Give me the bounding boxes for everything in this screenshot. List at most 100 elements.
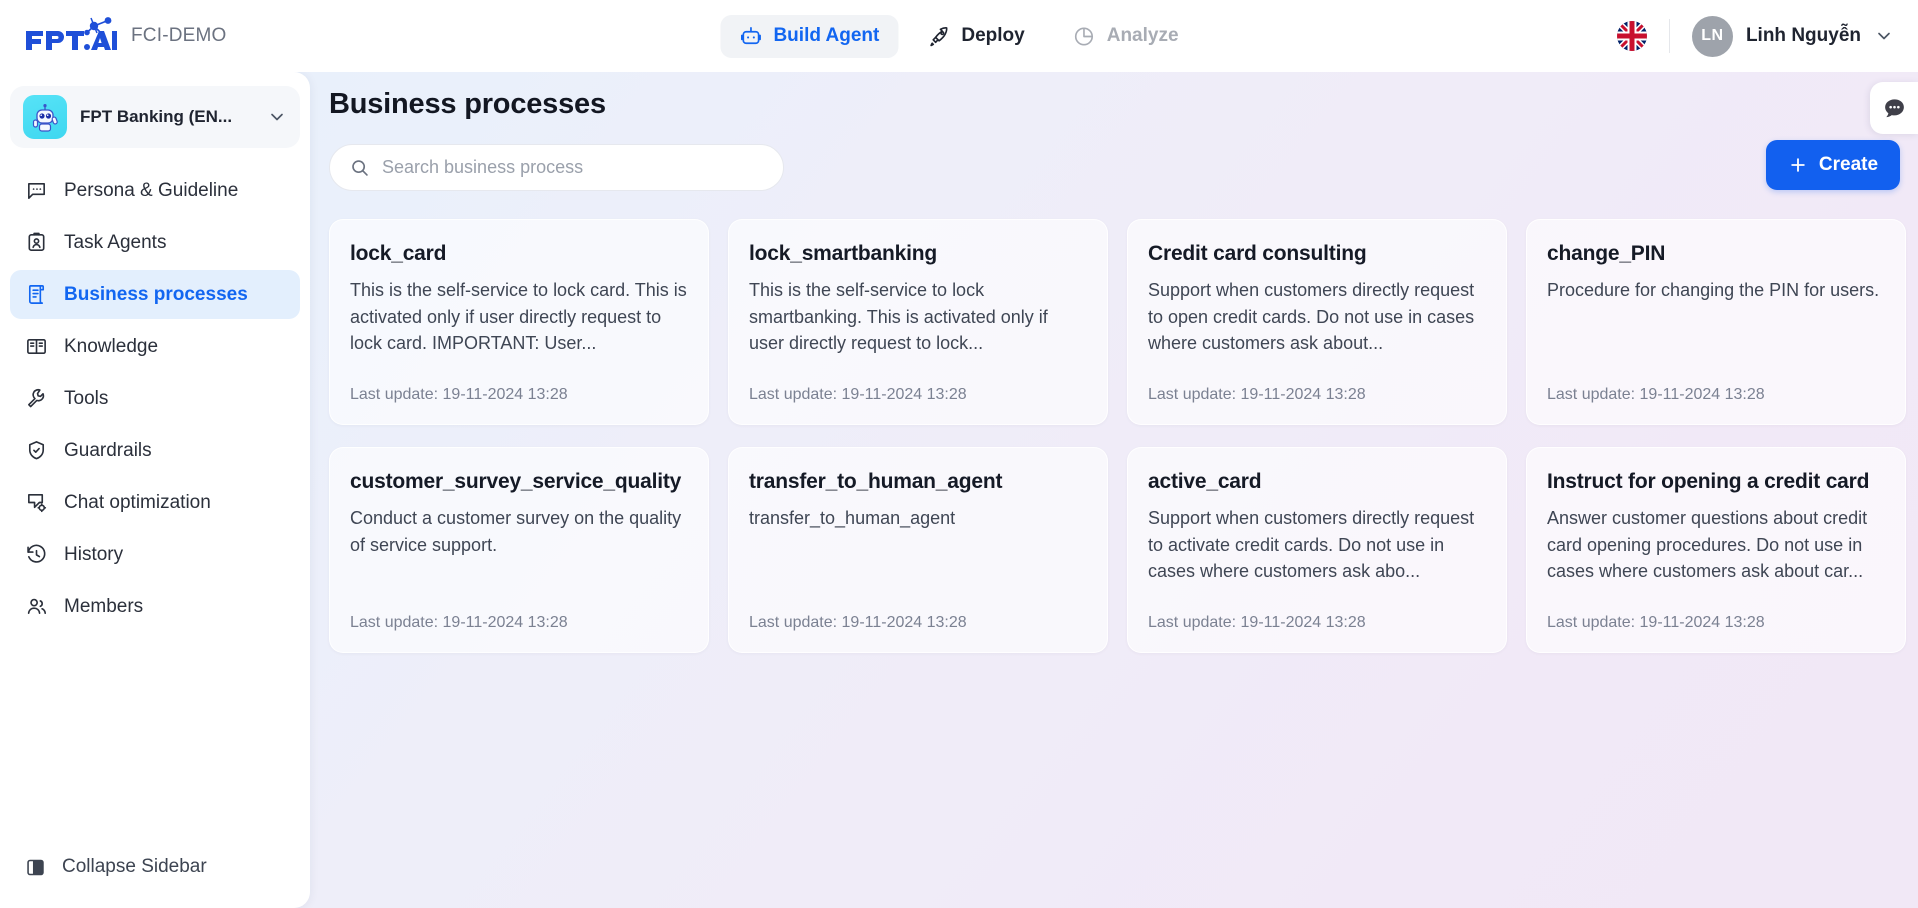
- card-title: transfer_to_human_agent: [749, 470, 1003, 493]
- search-box[interactable]: [329, 143, 784, 191]
- brand[interactable]: FCI-DEMO: [24, 17, 227, 55]
- tab-deploy[interactable]: Deploy: [908, 15, 1043, 58]
- sidebar-item-label: Guardrails: [64, 439, 152, 461]
- card-last-update: Last update: 19-11-2024 13:28: [350, 386, 568, 403]
- rocket-icon: [927, 25, 950, 48]
- card-description: transfer_to_human_agent: [749, 508, 956, 529]
- scroll-document-icon: [24, 283, 48, 307]
- card-description: Conduct a customer survey on the quality…: [350, 508, 682, 555]
- business-process-card[interactable]: Credit card consulting Support when cust…: [1127, 219, 1507, 425]
- card-description: This is the self-service to lock card. T…: [350, 280, 687, 354]
- card-description: Support when customers directly request …: [1148, 280, 1475, 354]
- users-icon: [24, 595, 48, 619]
- header-divider: [1668, 19, 1670, 53]
- panel-collapse-icon: [24, 856, 46, 878]
- avatar: LN: [1691, 15, 1733, 57]
- card-title: Credit card consulting: [1148, 242, 1367, 265]
- collapse-sidebar-button[interactable]: Collapse Sidebar: [0, 844, 310, 890]
- user-menu[interactable]: LN Linh Nguyễn: [1691, 15, 1894, 57]
- chat-widget-button[interactable]: [1870, 82, 1918, 134]
- sidebar-item-business-processes[interactable]: Business processes: [10, 270, 300, 319]
- business-process-card[interactable]: change_PIN Procedure for changing the PI…: [1526, 219, 1906, 425]
- sidebar-item-label: Business processes: [64, 283, 248, 305]
- page-body: FPT Banking (EN... Persona & Guideline T…: [0, 72, 1918, 908]
- sidebar-item-label: Knowledge: [64, 335, 159, 357]
- wrench-icon: [24, 387, 48, 411]
- toolbar: Create: [329, 140, 1900, 193]
- card-last-update: Last update: 19-11-2024 13:28: [350, 614, 568, 631]
- tab-label: Analyze: [1106, 25, 1179, 46]
- tab-label: Build Agent: [773, 25, 880, 46]
- card-last-update: Last update: 19-11-2024 13:28: [749, 386, 967, 403]
- business-process-card[interactable]: lock_card This is the self-service to lo…: [329, 219, 709, 425]
- clock-history-icon: [24, 543, 48, 567]
- business-process-card[interactable]: transfer_to_human_agent transfer_to_huma…: [728, 447, 1108, 653]
- card-title: customer_survey_service_quality: [350, 470, 682, 493]
- business-process-card[interactable]: customer_survey_service_quality Conduct …: [329, 447, 709, 653]
- tab-build-agent[interactable]: Build Agent: [720, 14, 899, 58]
- tab-label: Deploy: [961, 25, 1025, 46]
- search-icon: [349, 157, 370, 178]
- card-last-update: Last update: 19-11-2024 13:28: [749, 614, 967, 631]
- sidebar-item-guardrails[interactable]: Guardrails: [10, 426, 300, 475]
- create-button-label: Create: [1818, 154, 1879, 175]
- card-description: Answer customer questions about credit c…: [1547, 508, 1868, 582]
- business-process-card[interactable]: Instruct for opening a credit card Answe…: [1526, 447, 1906, 653]
- sidebar-item-knowledge[interactable]: Knowledge: [10, 322, 300, 371]
- page-title: Business processes: [329, 88, 606, 120]
- app-header: FCI-DEMO Build Agent Deploy Analyze LN L…: [0, 0, 1918, 72]
- sidebar-item-history[interactable]: History: [10, 530, 300, 579]
- chat-gear-icon: [24, 491, 48, 515]
- card-last-update: Last update: 19-11-2024 13:28: [1547, 386, 1765, 403]
- card-description: This is the self-service to lock smartba…: [749, 280, 1048, 354]
- sidebar-item-chat-optimization[interactable]: Chat optimization: [10, 478, 300, 527]
- sidebar-item-persona-guideline[interactable]: Persona & Guideline: [10, 166, 300, 215]
- sidebar-item-label: Task Agents: [64, 231, 167, 253]
- card-last-update: Last update: 19-11-2024 13:28: [1148, 614, 1366, 631]
- tab-analyze[interactable]: Analyze: [1054, 15, 1198, 58]
- sidebar-item-task-agents[interactable]: Task Agents: [10, 218, 300, 267]
- collapse-sidebar-label: Collapse Sidebar: [62, 856, 207, 877]
- sidebar-item-label: Tools: [64, 387, 109, 409]
- agent-name: FPT Banking (EN...: [80, 107, 233, 126]
- robot-icon: [739, 25, 762, 48]
- card-title: Instruct for opening a credit card: [1547, 470, 1870, 493]
- shield-check-icon: [24, 439, 48, 463]
- card-last-update: Last update: 19-11-2024 13:28: [1148, 386, 1366, 403]
- user-name: Linh Nguyễn: [1745, 25, 1861, 46]
- search-input[interactable]: [382, 156, 764, 178]
- uk-flag-icon[interactable]: [1616, 21, 1647, 51]
- card-title: lock_card: [350, 242, 447, 265]
- chat-dots-icon: [24, 179, 48, 203]
- business-process-card[interactable]: active_card Support when customers direc…: [1127, 447, 1507, 653]
- business-process-card[interactable]: lock_smartbanking This is the self-servi…: [728, 219, 1108, 425]
- card-title: change_PIN: [1547, 242, 1666, 265]
- fpt-ai-logo-icon: [24, 17, 119, 55]
- chevron-down-icon: [267, 107, 287, 127]
- agent-selector[interactable]: FPT Banking (EN...: [10, 86, 300, 148]
- chat-bubble-dots-icon: [1882, 96, 1907, 121]
- business-process-card-grid: lock_card This is the self-service to lo…: [329, 219, 1906, 653]
- chevron-down-icon: [1874, 26, 1894, 46]
- brand-subtitle: FCI-DEMO: [131, 25, 227, 46]
- sidebar-nav: Persona & Guideline Task Agents Business…: [0, 166, 310, 631]
- pie-chart-icon: [1073, 25, 1096, 48]
- sidebar: FPT Banking (EN... Persona & Guideline T…: [0, 72, 310, 908]
- card-title: lock_smartbanking: [749, 242, 937, 265]
- create-button[interactable]: Create: [1766, 140, 1900, 190]
- card-description: Procedure for changing the PIN for users…: [1547, 280, 1880, 301]
- card-description: Support when customers directly request …: [1148, 508, 1475, 582]
- id-badge-icon: [24, 231, 48, 255]
- sidebar-item-tools[interactable]: Tools: [10, 374, 300, 423]
- plus-icon: [1788, 155, 1808, 175]
- card-title: active_card: [1148, 470, 1262, 493]
- sidebar-item-label: Persona & Guideline: [64, 179, 239, 201]
- sidebar-item-label: Members: [64, 595, 144, 617]
- sidebar-item-label: History: [64, 543, 124, 565]
- main-content: Business processes Create: [310, 72, 1918, 908]
- card-last-update: Last update: 19-11-2024 13:28: [1547, 614, 1765, 631]
- main-nav-tabs: Build Agent Deploy Analyze: [720, 14, 1198, 58]
- header-right-controls: LN Linh Nguyễn: [1616, 15, 1918, 57]
- sidebar-item-label: Chat optimization: [64, 491, 211, 513]
- sidebar-item-members[interactable]: Members: [10, 582, 300, 631]
